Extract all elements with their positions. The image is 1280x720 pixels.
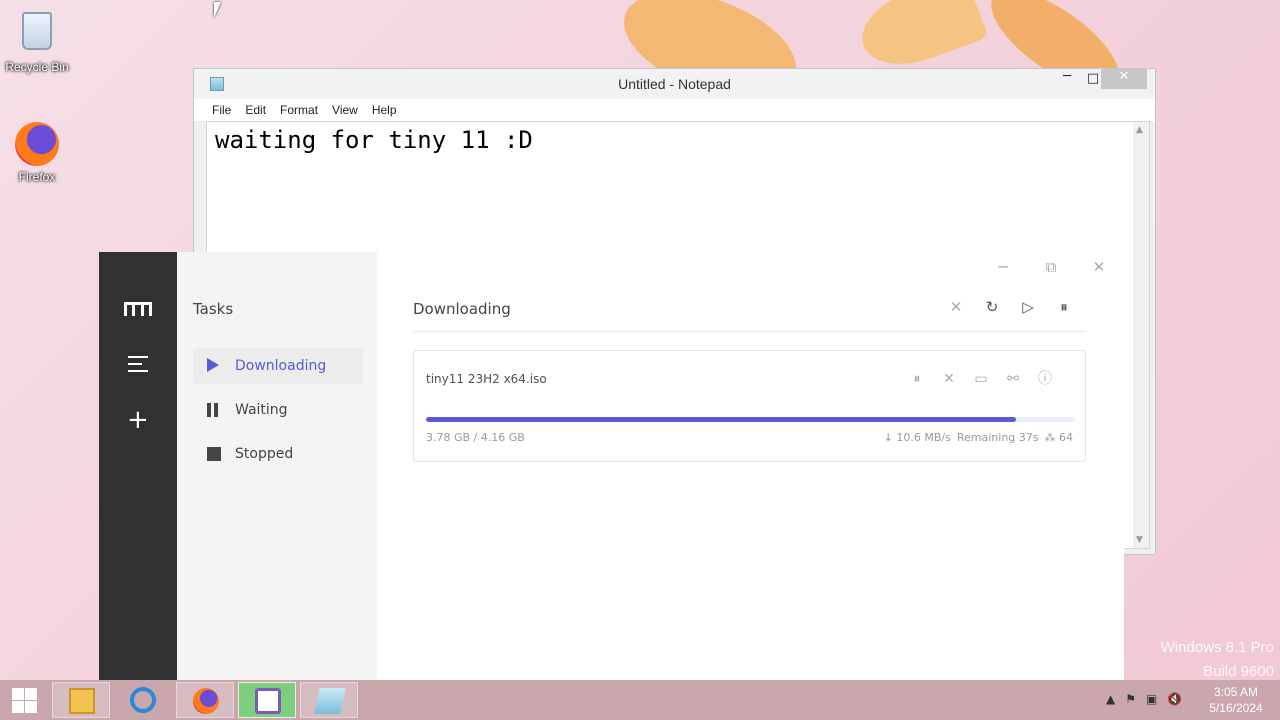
taskbar: ▲ ⚑ ▣ 🔇 3:05 AM 5/16/2024 [0, 680, 1280, 720]
sidebar-item-downloading[interactable]: Downloading [193, 348, 363, 384]
connections-count: ⁂ 64 [1044, 431, 1074, 444]
taskbar-firefox[interactable] [176, 682, 234, 718]
clock-date: 5/16/2024 [1209, 701, 1263, 715]
motrix-window: + Tasks Downloading Waiting Stopped ─ ⧉ … [99, 252, 1124, 680]
task-stats: ↓ 10.6 MB/s Remaining 37s ⁂ 64 [884, 431, 1073, 444]
action-center-flag-icon[interactable]: ⚑ [1125, 692, 1136, 706]
notepad-titlebar[interactable]: Untitled - Notepad ─ □ ✕ [194, 69, 1155, 99]
sidebar-item-stopped[interactable]: Stopped [193, 436, 363, 472]
notepad-icon [314, 688, 346, 714]
desktop-icon-label: Recycle Bin [5, 60, 69, 74]
taskbar-file-explorer[interactable] [52, 682, 110, 718]
system-tray: ▲ ⚑ ▣ 🔇 [1106, 692, 1182, 706]
page-title: Downloading [413, 300, 511, 318]
show-hidden-icons-icon[interactable]: ▲ [1106, 692, 1115, 706]
sidebar-item-label: Waiting [235, 402, 288, 418]
desktop-icon-label: Firefox [18, 170, 56, 184]
sidebar-item-waiting[interactable]: Waiting [193, 392, 363, 428]
mouse-cursor [214, 2, 221, 18]
pause-all-icon[interactable]: ⏸ [1055, 297, 1073, 317]
task-list-panel: ─ ⧉ ✕ Downloading ✕ ↻ ▷ ⏸ tiny11 23H2 x6… [377, 252, 1124, 680]
desktop-icon-recycle-bin[interactable]: Recycle Bin [1, 8, 73, 74]
menu-help[interactable]: Help [372, 103, 397, 117]
stop-icon [207, 447, 221, 461]
notepad-menubar: File Edit Format View Help [194, 99, 1155, 121]
volume-muted-icon[interactable]: 🔇 [1167, 692, 1182, 706]
task-size: 3.78 GB / 4.16 GB [426, 431, 525, 444]
menu-icon[interactable] [128, 356, 148, 377]
internet-explorer-icon [130, 687, 156, 713]
task-toolbar: ✕ ↻ ▷ ⏸ [947, 297, 1073, 317]
task-actions: ⏸ ✕ ▭ ⚯ ⓘ [908, 370, 1054, 388]
menu-view[interactable]: View [332, 103, 358, 117]
tasks-sidebar: Tasks Downloading Waiting Stopped [177, 252, 377, 680]
progress-fill [426, 417, 1016, 422]
scroll-up-icon[interactable]: ▲ [1136, 125, 1143, 135]
notepad-scrollbar[interactable]: ▲ ▼ [1133, 122, 1149, 548]
network-icon[interactable]: ▣ [1146, 692, 1157, 706]
motrix-close-button[interactable]: ✕ [1089, 258, 1109, 276]
pause-icon [207, 403, 219, 417]
resume-all-icon[interactable]: ▷ [1019, 297, 1037, 317]
notepad-title: Untitled - Notepad [618, 76, 731, 92]
task-card[interactable]: tiny11 23H2 x64.iso ⏸ ✕ ▭ ⚯ ⓘ 3.78 GB / … [413, 350, 1086, 462]
clock-time: 3:05 AM [1213, 685, 1259, 699]
header-divider [413, 331, 1086, 332]
start-button[interactable] [10, 686, 38, 714]
refresh-icon[interactable]: ↻ [983, 297, 1001, 317]
taskbar-internet-explorer[interactable] [114, 682, 172, 718]
menu-edit[interactable]: Edit [245, 103, 266, 117]
download-speed: ↓ 10.6 MB/s [883, 431, 951, 444]
watermark-edition: Windows 8.1 Pro [1160, 639, 1274, 656]
time-remaining: Remaining 37s [956, 431, 1039, 444]
pause-task-icon[interactable]: ⏸ [908, 370, 926, 388]
info-icon[interactable]: ⓘ [1036, 370, 1054, 388]
taskbar-clock[interactable]: 3:05 AM 5/16/2024 [1206, 684, 1266, 716]
folder-icon [69, 688, 95, 714]
link-icon[interactable]: ⚯ [1004, 370, 1022, 388]
notepad-minimize-button[interactable]: ─ [1054, 69, 1080, 84]
taskbar-motrix[interactable] [238, 682, 296, 718]
delete-task-icon[interactable]: ✕ [940, 370, 958, 388]
motrix-app-icon [255, 688, 281, 714]
motrix-minimize-button[interactable]: ─ [993, 258, 1013, 276]
menu-file[interactable]: File [212, 103, 231, 117]
progress-bar [426, 417, 1075, 422]
firefox-icon [15, 122, 59, 166]
motrix-maximize-button[interactable]: ⧉ [1041, 258, 1061, 276]
notepad-content: waiting for tiny 11 :D [215, 126, 533, 154]
menu-format[interactable]: Format [280, 103, 318, 117]
windows-logo-icon [12, 688, 24, 700]
taskbar-notepad[interactable] [300, 682, 358, 718]
folder-icon[interactable]: ▭ [972, 370, 990, 388]
wallpaper-petal [851, 0, 989, 79]
app-rail: + [99, 252, 177, 680]
add-task-icon[interactable]: + [127, 407, 149, 433]
delete-all-icon[interactable]: ✕ [947, 297, 965, 317]
windows-watermark: Windows 8.1 Pro Build 9600 [1161, 636, 1274, 684]
recycle-bin-icon [15, 12, 59, 56]
task-name: tiny11 23H2 x64.iso [426, 372, 547, 386]
play-icon [207, 358, 219, 372]
notepad-close-button[interactable]: ✕ [1101, 69, 1147, 89]
firefox-icon [193, 688, 219, 714]
motrix-logo-icon [124, 302, 152, 316]
sidebar-item-label: Downloading [235, 358, 327, 374]
sidebar-item-label: Stopped [235, 446, 294, 462]
desktop-icon-firefox[interactable]: Firefox [1, 122, 73, 184]
scroll-down-icon[interactable]: ▼ [1136, 535, 1143, 545]
sidebar-heading: Tasks [193, 300, 234, 318]
